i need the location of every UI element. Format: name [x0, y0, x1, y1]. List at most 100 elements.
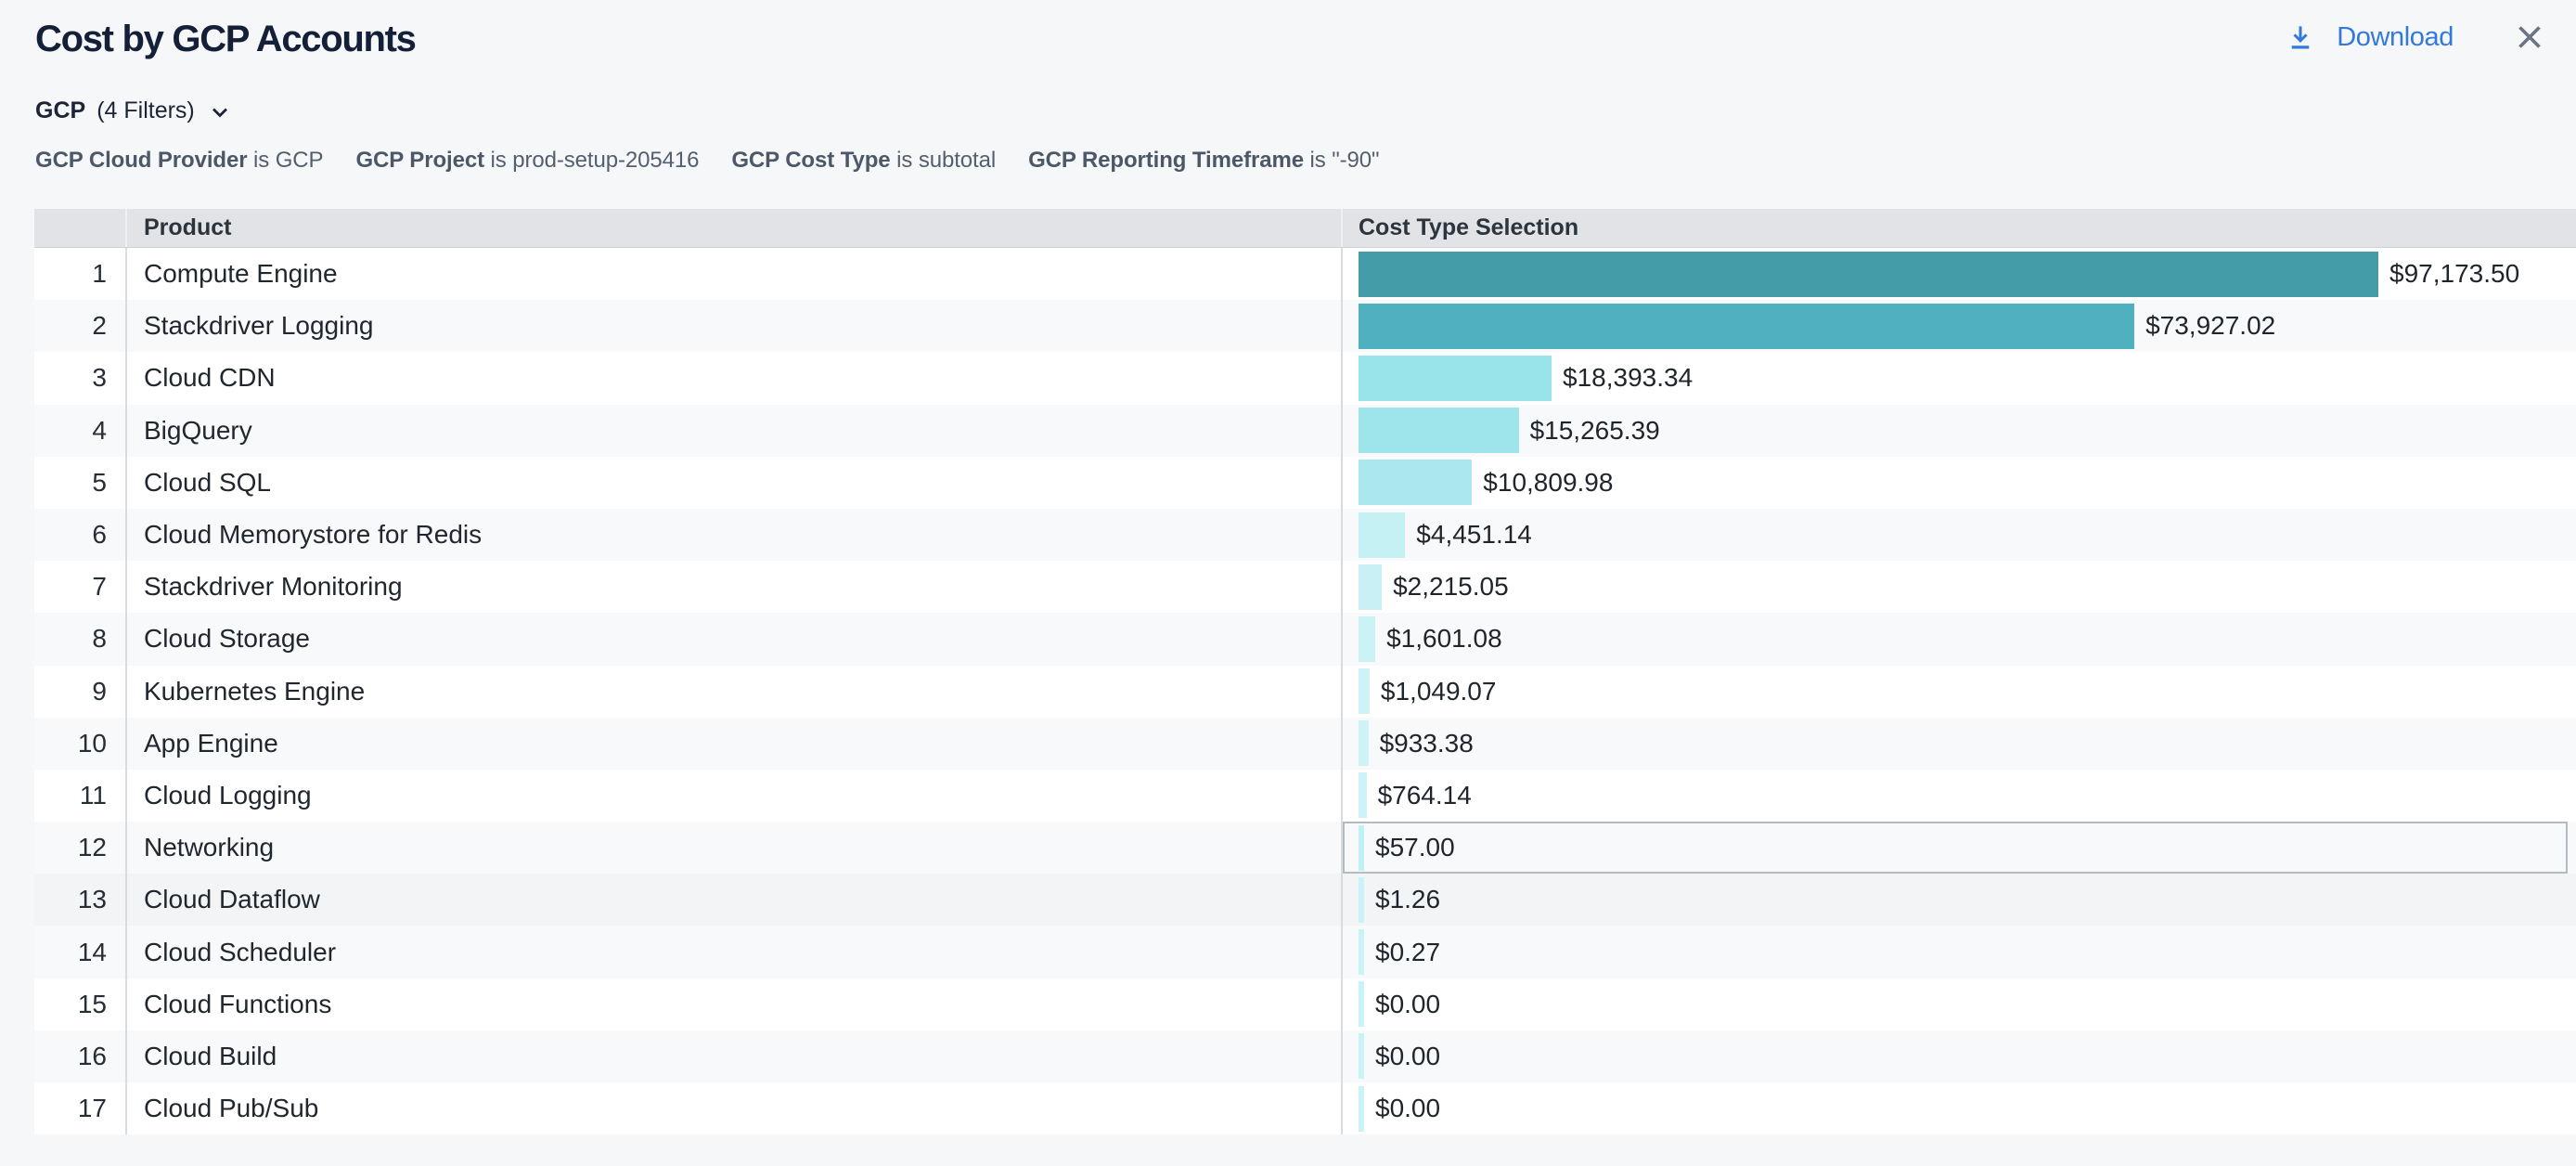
cost-bar-cell[interactable]: $0.00 — [1341, 978, 2576, 1030]
product-cell: Stackdriver Logging — [125, 300, 1341, 352]
product-cell: Cloud CDN — [125, 352, 1341, 404]
cost-value: $764.14 — [1378, 781, 1472, 810]
filter-summary: GCP Cloud Provider is GCP GCP Project is … — [35, 147, 1379, 175]
row-index: 6 — [34, 509, 125, 561]
row-index: 13 — [34, 874, 125, 926]
product-cell: BigQuery — [125, 405, 1341, 457]
page-title: Cost by GCP Accounts — [35, 19, 416, 59]
cost-bar-cell[interactable]: $1,601.08 — [1341, 613, 2576, 665]
table-row[interactable]: 11Cloud Logging$764.14 — [34, 770, 2576, 822]
table-row[interactable]: 5Cloud SQL $10,809.98 — [34, 457, 2576, 509]
filter-summary-condition: is prod-setup-205416 — [484, 148, 699, 173]
cost-bar-cell[interactable]: $4,451.14 — [1341, 509, 2576, 561]
cost-bar — [1359, 408, 1519, 453]
cost-bar-cell[interactable]: $0.00 — [1341, 1030, 2576, 1082]
cost-bar-cell[interactable]: $15,265.39 — [1341, 405, 2576, 457]
row-index: 2 — [34, 300, 125, 352]
table-row[interactable]: 16Cloud Build$0.00 — [34, 1030, 2576, 1082]
cost-bar — [1359, 668, 1370, 714]
download-label: Download — [2337, 22, 2454, 53]
table-row[interactable]: 3Cloud CDN $18,393.34 — [34, 352, 2576, 404]
cost-bar-cell[interactable]: $0.27 — [1341, 926, 2576, 978]
filter-group-name: GCP — [35, 96, 85, 125]
filter-summary-item: GCP Cloud Provider is GCP — [35, 147, 323, 175]
cost-bar-cell[interactable]: $10,809.98 — [1341, 457, 2576, 509]
chevron-down-icon — [212, 107, 228, 118]
filter-summary-label: GCP Project — [355, 148, 484, 173]
row-index: 10 — [34, 718, 125, 770]
table-row[interactable]: 9Kubernetes Engine $1,049.07 — [34, 666, 2576, 718]
cost-bar — [1359, 616, 1375, 662]
table-row[interactable]: 4BigQuery$15,265.39 — [34, 405, 2576, 457]
table-row[interactable]: 17Cloud Pub/Sub$0.00 — [34, 1082, 2576, 1134]
header-actions: Download — [2286, 17, 2542, 58]
download-button[interactable]: Download — [2286, 22, 2454, 53]
table-row[interactable]: 10App Engine$933.38 — [34, 718, 2576, 770]
cost-value: $18,393.34 — [1563, 363, 1693, 393]
product-cell: Cloud Pub/Sub — [125, 1082, 1341, 1134]
cost-bar-cell[interactable]: $18,393.34 — [1341, 352, 2576, 404]
modal-header: Cost by GCP Accounts Download — [0, 0, 2576, 74]
cost-bar-cell[interactable]: $97,173.50 — [1341, 248, 2576, 300]
cost-bar — [1359, 772, 1367, 818]
filter-count: (4 Filters) — [97, 96, 195, 125]
column-header-cost-type: Cost Type Selection — [1341, 209, 2576, 247]
cost-bar-cell[interactable]: $1,049.07 — [1341, 666, 2576, 718]
row-index: 16 — [34, 1030, 125, 1082]
product-cell: Cloud Dataflow — [125, 874, 1341, 926]
cost-value: $0.00 — [1375, 990, 1440, 1019]
product-cell: Cloud Scheduler — [125, 926, 1341, 978]
table-row[interactable]: 6Cloud Memorystore for Redis$4,451.14 — [34, 509, 2576, 561]
cost-bar-cell[interactable]: $0.00 — [1341, 1082, 2576, 1134]
cost-value: $57.00 — [1375, 833, 1455, 862]
cost-bar — [1359, 1033, 1364, 1079]
cost-bar — [1359, 356, 1552, 401]
row-index: 5 — [34, 457, 125, 509]
table-row[interactable]: 1Compute Engine$97,173.50 — [34, 248, 2576, 300]
cost-value: $10,809.98 — [1483, 468, 1613, 498]
row-index: 17 — [34, 1082, 125, 1134]
row-index: 1 — [34, 248, 125, 300]
filter-group-toggle[interactable]: GCP (4 Filters) — [35, 96, 228, 125]
table-row[interactable]: 14Cloud Scheduler$0.27 — [34, 926, 2576, 978]
row-index: 15 — [34, 978, 125, 1030]
cost-bar — [1359, 512, 1405, 558]
table-row[interactable]: 13Cloud Dataflow$1.26 — [34, 874, 2576, 926]
cost-bar-cell[interactable]: $1.26 — [1341, 874, 2576, 926]
cost-value: $1,049.07 — [1381, 677, 1497, 706]
product-cell: Cloud Storage — [125, 613, 1341, 665]
cost-bar-cell[interactable]: $2,215.05 — [1341, 561, 2576, 613]
product-cell: Cloud Memorystore for Redis — [125, 509, 1341, 561]
close-icon[interactable] — [2518, 25, 2542, 49]
product-cell: Cloud SQL — [125, 457, 1341, 509]
filter-summary-item: GCP Reporting Timeframe is "-90" — [1028, 147, 1379, 175]
table-row[interactable]: 15Cloud Functions$0.00 — [34, 978, 2576, 1030]
cost-bar — [1359, 564, 1382, 610]
cost-bar-cell[interactable]: $57.00 — [1341, 822, 2576, 874]
filter-summary-item: GCP Project is prod-setup-205416 — [355, 147, 699, 175]
cost-bar-cell[interactable]: $73,927.02 — [1341, 300, 2576, 352]
cost-bar — [1359, 460, 1472, 505]
table-row[interactable]: 7Stackdriver Monitoring$2,215.05 — [34, 561, 2576, 613]
table-row[interactable]: 12Networking$57.00 — [34, 822, 2576, 874]
filter-summary-label: GCP Reporting Timeframe — [1028, 148, 1304, 173]
cost-bar — [1359, 825, 1364, 871]
cost-bar-cell[interactable]: $764.14 — [1341, 770, 2576, 822]
cost-table: Product Cost Type Selection 1Compute Eng… — [34, 209, 2576, 1134]
table-header-row: Product Cost Type Selection — [34, 209, 2576, 248]
row-index: 9 — [34, 666, 125, 718]
table-row[interactable]: 2Stackdriver Logging$73,927.02 — [34, 300, 2576, 352]
cost-bar-cell[interactable]: $933.38 — [1341, 718, 2576, 770]
row-index: 12 — [34, 822, 125, 874]
column-header-product: Product — [125, 209, 1341, 247]
cost-bar — [1359, 877, 1364, 923]
filter-summary-condition: is GCP — [247, 148, 323, 173]
row-index: 3 — [34, 352, 125, 404]
cost-bar — [1359, 929, 1364, 975]
table-row[interactable]: 8Cloud Storage$1,601.08 — [34, 613, 2576, 665]
product-cell: App Engine — [125, 718, 1341, 770]
product-cell: Kubernetes Engine — [125, 666, 1341, 718]
cost-value: $0.27 — [1375, 938, 1440, 967]
product-cell: Compute Engine — [125, 248, 1341, 300]
product-cell: Cloud Build — [125, 1030, 1341, 1082]
